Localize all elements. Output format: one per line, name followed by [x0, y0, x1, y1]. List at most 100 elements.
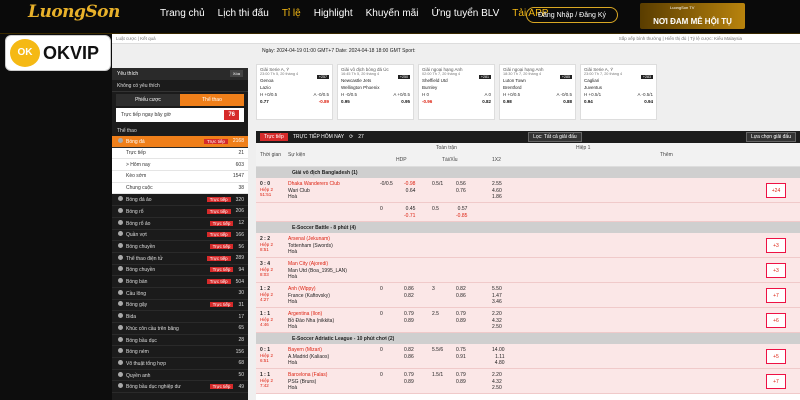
- hdp-odds-value[interactable]: 0.82: [404, 347, 414, 354]
- sidebar-item[interactable]: Bóng bàn Trực tiếp 504: [112, 276, 248, 288]
- card-home-odds[interactable]: 0.98: [503, 99, 512, 104]
- login-register-button[interactable]: Đăng Nhập / Đăng Ký: [526, 7, 618, 23]
- tab-sports[interactable]: Thể thao: [180, 94, 244, 106]
- more-bets-button[interactable]: +5: [766, 349, 786, 364]
- hdp-odds-value[interactable]: 0.86: [404, 286, 414, 293]
- x12-odds-value[interactable]: 4.80: [492, 360, 505, 367]
- hdp-odds-value[interactable]: 0.89: [404, 318, 414, 325]
- hdp-odds-value[interactable]: 0.89: [404, 379, 414, 386]
- nav-odds[interactable]: Tỉ lệ: [282, 8, 301, 19]
- card-home-odds[interactable]: 0.94: [584, 99, 593, 104]
- sidebar-item[interactable]: Chung cuộc 38: [112, 182, 248, 195]
- match-card[interactable]: Giải vô địch bóng đá Úc 16:45 Th 5, 20 th…: [337, 64, 414, 120]
- more-bets-button[interactable]: +7: [766, 374, 786, 389]
- more-bets-button[interactable]: +7: [766, 288, 786, 303]
- x12-odds-value[interactable]: 1.86: [492, 194, 502, 201]
- sidebar-item[interactable]: Cầu lông 30: [112, 288, 248, 300]
- hdp-odds-value[interactable]: 0.79: [404, 372, 414, 379]
- clear-favorites-button[interactable]: Xóa: [229, 70, 243, 77]
- live-now-row[interactable]: Trực tiếp ngay bây giờ 76: [116, 108, 244, 122]
- hdp-odds-value[interactable]: 0.82: [404, 293, 414, 300]
- sidebar-item[interactable]: Quần vợt Trực tiếp 166: [112, 230, 248, 242]
- more-bets-button[interactable]: +24: [766, 183, 786, 198]
- card-away-odds[interactable]: 0.94: [644, 99, 653, 104]
- x12-odds-value[interactable]: 2.20: [492, 372, 502, 379]
- live-tab[interactable]: Trực tiếp: [260, 133, 288, 141]
- league-row[interactable]: E-Soccer Adriatic League - 10 phút chơi …: [256, 333, 800, 344]
- x12-odds-value[interactable]: 5.50: [492, 286, 502, 293]
- ou-odds-value[interactable]: 0.91: [456, 354, 466, 361]
- hdp-odds-value[interactable]: -0.98: [404, 181, 415, 188]
- nav-home[interactable]: Trang chủ: [160, 8, 205, 19]
- ou-odds-value[interactable]: 0.89: [456, 379, 466, 386]
- match-card[interactable]: Giải Serie A, Ý 23:00 Th 5, 20 tháng 4 +25…: [256, 64, 333, 120]
- sidebar-item[interactable]: > Hôm nay 603: [112, 159, 248, 172]
- nav-highlight[interactable]: Highlight: [314, 8, 353, 19]
- hdp-odds-value[interactable]: 0.45: [404, 206, 416, 213]
- card-away-odds[interactable]: 0.95: [401, 99, 410, 104]
- x12-odds-value[interactable]: 3.46: [492, 299, 502, 306]
- x12-odds-value[interactable]: 2.55: [492, 181, 502, 188]
- ou-odds-value[interactable]: 0.89: [456, 318, 466, 325]
- ou-odds-value[interactable]: 0.75: [456, 347, 466, 354]
- sidebar-item[interactable]: Bóng đá ảo Trực tiếp 320: [112, 194, 248, 207]
- sidebar-item[interactable]: Bóng gậy Trực tiếp 31: [112, 300, 248, 312]
- ou-odds-value[interactable]: 0.82: [456, 286, 466, 293]
- breadcrumb-right[interactable]: Sắp xếp bình thường | Hiển thị đủ | Tỷ l…: [619, 36, 742, 41]
- hdp-odds-value[interactable]: -0.71: [404, 213, 415, 220]
- league-filter-select[interactable]: Lọc: Tất cả giải đấu: [528, 132, 582, 142]
- card-more-badge[interactable]: +250: [397, 75, 410, 79]
- x12-odds-value[interactable]: 14.00: [492, 347, 505, 354]
- ou-odds-value[interactable]: 0.57: [456, 206, 468, 213]
- sidebar-item[interactable]: Võ thuật tổng hợp 68: [112, 358, 248, 370]
- card-more-badge[interactable]: +285: [559, 75, 572, 79]
- league-row[interactable]: E-Soccer Battle - 8 phút (4): [256, 222, 800, 233]
- sidebar-item[interactable]: Bóng rổ ảo Trực tiếp 12: [112, 218, 248, 230]
- ou-odds-value[interactable]: -0.85: [456, 213, 467, 220]
- sidebar-item[interactable]: Bóng chuyền Trực tiếp 94: [112, 265, 248, 277]
- match-card[interactable]: Giải ngoại hạng Anh 02:00 Th 7, 20 tháng …: [418, 64, 495, 120]
- sidebar-item[interactable]: Kèo sớm 1547: [112, 171, 248, 183]
- sidebar-item[interactable]: Thể thao điện tử Trực tiếp 289: [112, 253, 248, 265]
- home-team[interactable]: Arsenal (Jekunam): [288, 236, 333, 243]
- sidebar-item[interactable]: Bida 17: [112, 311, 248, 323]
- sidebar-item[interactable]: Bóng ném 156: [112, 346, 248, 359]
- breadcrumb-left[interactable]: Luật cược | Kết quả: [116, 36, 156, 41]
- card-away-odds[interactable]: 0.82: [482, 99, 491, 104]
- sidebar-item[interactable]: Bóng chuyền Trực tiếp 56: [112, 241, 248, 253]
- promo-banner[interactable]: LuongSon TV NƠI ĐAM MÊ HỘI TỤ: [640, 3, 745, 29]
- x12-odds-value[interactable]: 2.50: [492, 324, 502, 331]
- sidebar-item[interactable]: Quyền anh 50: [112, 370, 248, 382]
- hdp-odds-value[interactable]: 0.64: [404, 188, 416, 195]
- x12-odds-value[interactable]: 2.50: [492, 385, 502, 392]
- ou-odds-value[interactable]: 0.76: [456, 188, 466, 195]
- card-home-odds[interactable]: 0.95: [341, 99, 350, 104]
- sidebar-item[interactable]: Bóng bầu dục nghiệp dư Trực tiếp 49: [112, 381, 248, 394]
- home-team[interactable]: Barcelona (Falas): [288, 372, 327, 379]
- nav-promotions[interactable]: Khuyến mãi: [366, 8, 419, 19]
- ou-odds-value[interactable]: 0.79: [456, 372, 466, 379]
- nav-schedule[interactable]: Lịch thi đấu: [218, 8, 269, 19]
- more-bets-button[interactable]: +6: [766, 313, 786, 328]
- sidebar-item[interactable]: Bóng đá Trực tiếp 2168: [112, 136, 248, 148]
- more-bets-button[interactable]: +3: [766, 263, 786, 278]
- today-tab[interactable]: TRỰC TIẾP HÔM NAY: [293, 134, 344, 140]
- card-home-odds[interactable]: 0.77: [260, 99, 269, 104]
- tab-betslip[interactable]: Phiếu cược: [116, 94, 180, 106]
- ou-odds-value[interactable]: 0.56: [456, 181, 466, 188]
- home-team[interactable]: Dhaka Wanderers Club: [288, 181, 340, 188]
- card-more-badge[interactable]: +283: [640, 75, 653, 79]
- hdp-odds-value[interactable]: 0.86: [404, 354, 414, 361]
- nav-recruit[interactable]: Ứng tuyển BLV: [431, 8, 499, 19]
- refresh-icon[interactable]: ⟳: [349, 134, 353, 140]
- match-card[interactable]: Giải Serie A, Ý 23:00 Th 7, 20 tháng 4 +28…: [580, 64, 657, 120]
- sidebar-item[interactable]: Khúc côn cầu trên băng 65: [112, 323, 248, 335]
- site-logo[interactable]: LuongSon: [28, 2, 120, 22]
- card-more-badge[interactable]: +281: [478, 75, 491, 79]
- sidebar-item[interactable]: Trực tiếp 21: [112, 147, 248, 160]
- ou-odds-value[interactable]: 0.86: [456, 293, 466, 300]
- x12-odds-value[interactable]: 2.20: [492, 311, 502, 318]
- sidebar-item[interactable]: Bóng rổ Trực tiếp 206: [112, 206, 248, 218]
- card-more-badge[interactable]: +257: [316, 75, 329, 79]
- ou-odds-value[interactable]: 0.79: [456, 311, 466, 318]
